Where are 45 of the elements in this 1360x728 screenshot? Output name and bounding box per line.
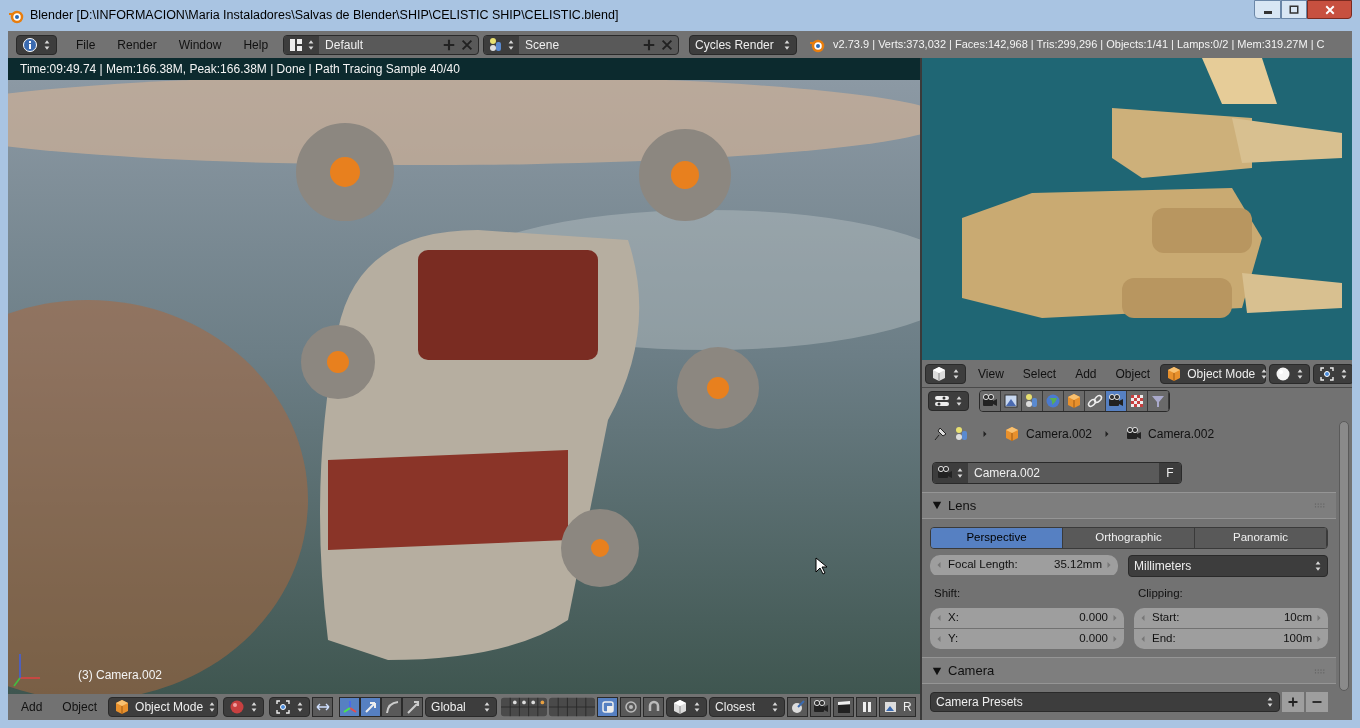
panel-title: Camera	[948, 661, 995, 680]
mode-dropdown[interactable]: Object Mode	[1160, 363, 1267, 384]
opengl-render-button[interactable]: R	[879, 697, 916, 717]
fake-user-button[interactable]: F	[1159, 462, 1181, 483]
panel-header[interactable]: Camera	[922, 657, 1336, 684]
projection-tab[interactable]: Perspective	[931, 527, 1063, 548]
breadcrumb-item: Camera.002	[1026, 426, 1093, 444]
menu-item[interactable]: Object	[53, 698, 107, 716]
layout-selector[interactable]: Default	[283, 34, 480, 55]
scene-name: Scene	[524, 36, 561, 54]
render-info-text: Time:09:49.74 | Mem:166.38M, Peak:166.38M | Done | Path Tracing Sample 40/40	[20, 61, 460, 78]
snap-target-dropdown[interactable]: Closest	[709, 697, 786, 717]
menu-item[interactable]: File	[67, 35, 105, 54]
menu-item[interactable]: Object	[1106, 364, 1160, 383]
focal-length-field[interactable]: Focal Length: 35.12mm	[930, 554, 1118, 575]
menu-item[interactable]: Add	[1066, 364, 1106, 383]
shift-label: Shift:	[933, 585, 962, 601]
menu-item[interactable]: Help	[234, 35, 278, 54]
window-title: Blender [D:\INFORMACION\Maria Instaladores\Salvas de Blender\SHIP\CELISTIC SHIP\CELISTIC.blend]	[30, 7, 619, 25]
datablock-selector[interactable]: Camera.002 F	[932, 461, 1182, 484]
render-engine-dropdown[interactable]: Cycles Render	[689, 34, 798, 55]
datablock-name: Camera.002	[973, 464, 1042, 482]
scene-selector[interactable]: Scene	[483, 34, 680, 55]
scene-statistics: v2.73.9 | Verts:373,032 | Faces:142,968 | Tris:299,296 | Objects:1/41 | Lamps:0/2 | Mem:319.27M | C	[833, 37, 1325, 53]
panel-header[interactable]: Lens	[922, 491, 1336, 519]
object-label: (3) Camera.002	[78, 667, 163, 684]
menu-item[interactable]: View	[969, 364, 1013, 383]
projection-tab[interactable]: Panoramic	[1195, 527, 1327, 548]
shift-field[interactable]: X: 0.000	[930, 608, 1124, 629]
orientation-dropdown[interactable]: Global	[425, 697, 498, 717]
menu-item[interactable]: Add	[12, 698, 52, 716]
menu-item[interactable]: Render	[108, 35, 166, 54]
clipping-field[interactable]: End: 100m	[1134, 629, 1328, 650]
presets-dropdown[interactable]: Camera Presets	[930, 692, 1280, 712]
shift-field[interactable]: Y: 0.000	[930, 629, 1124, 650]
lens-unit-dropdown[interactable]: Millimeters	[1128, 554, 1328, 577]
panel-title: Lens	[948, 496, 977, 515]
clipping-label: Clipping:	[1137, 585, 1184, 601]
menu-item[interactable]: Window	[169, 35, 231, 54]
menu-item[interactable]: Select	[1013, 364, 1066, 383]
layout-name: Default	[324, 36, 365, 54]
clipping-field[interactable]: Start: 10cm	[1134, 608, 1328, 629]
breadcrumb-item: Camera.002	[1148, 426, 1215, 444]
mode-dropdown[interactable]: Object Mode	[108, 697, 219, 717]
projection-tab[interactable]: Orthographic	[1063, 527, 1195, 548]
